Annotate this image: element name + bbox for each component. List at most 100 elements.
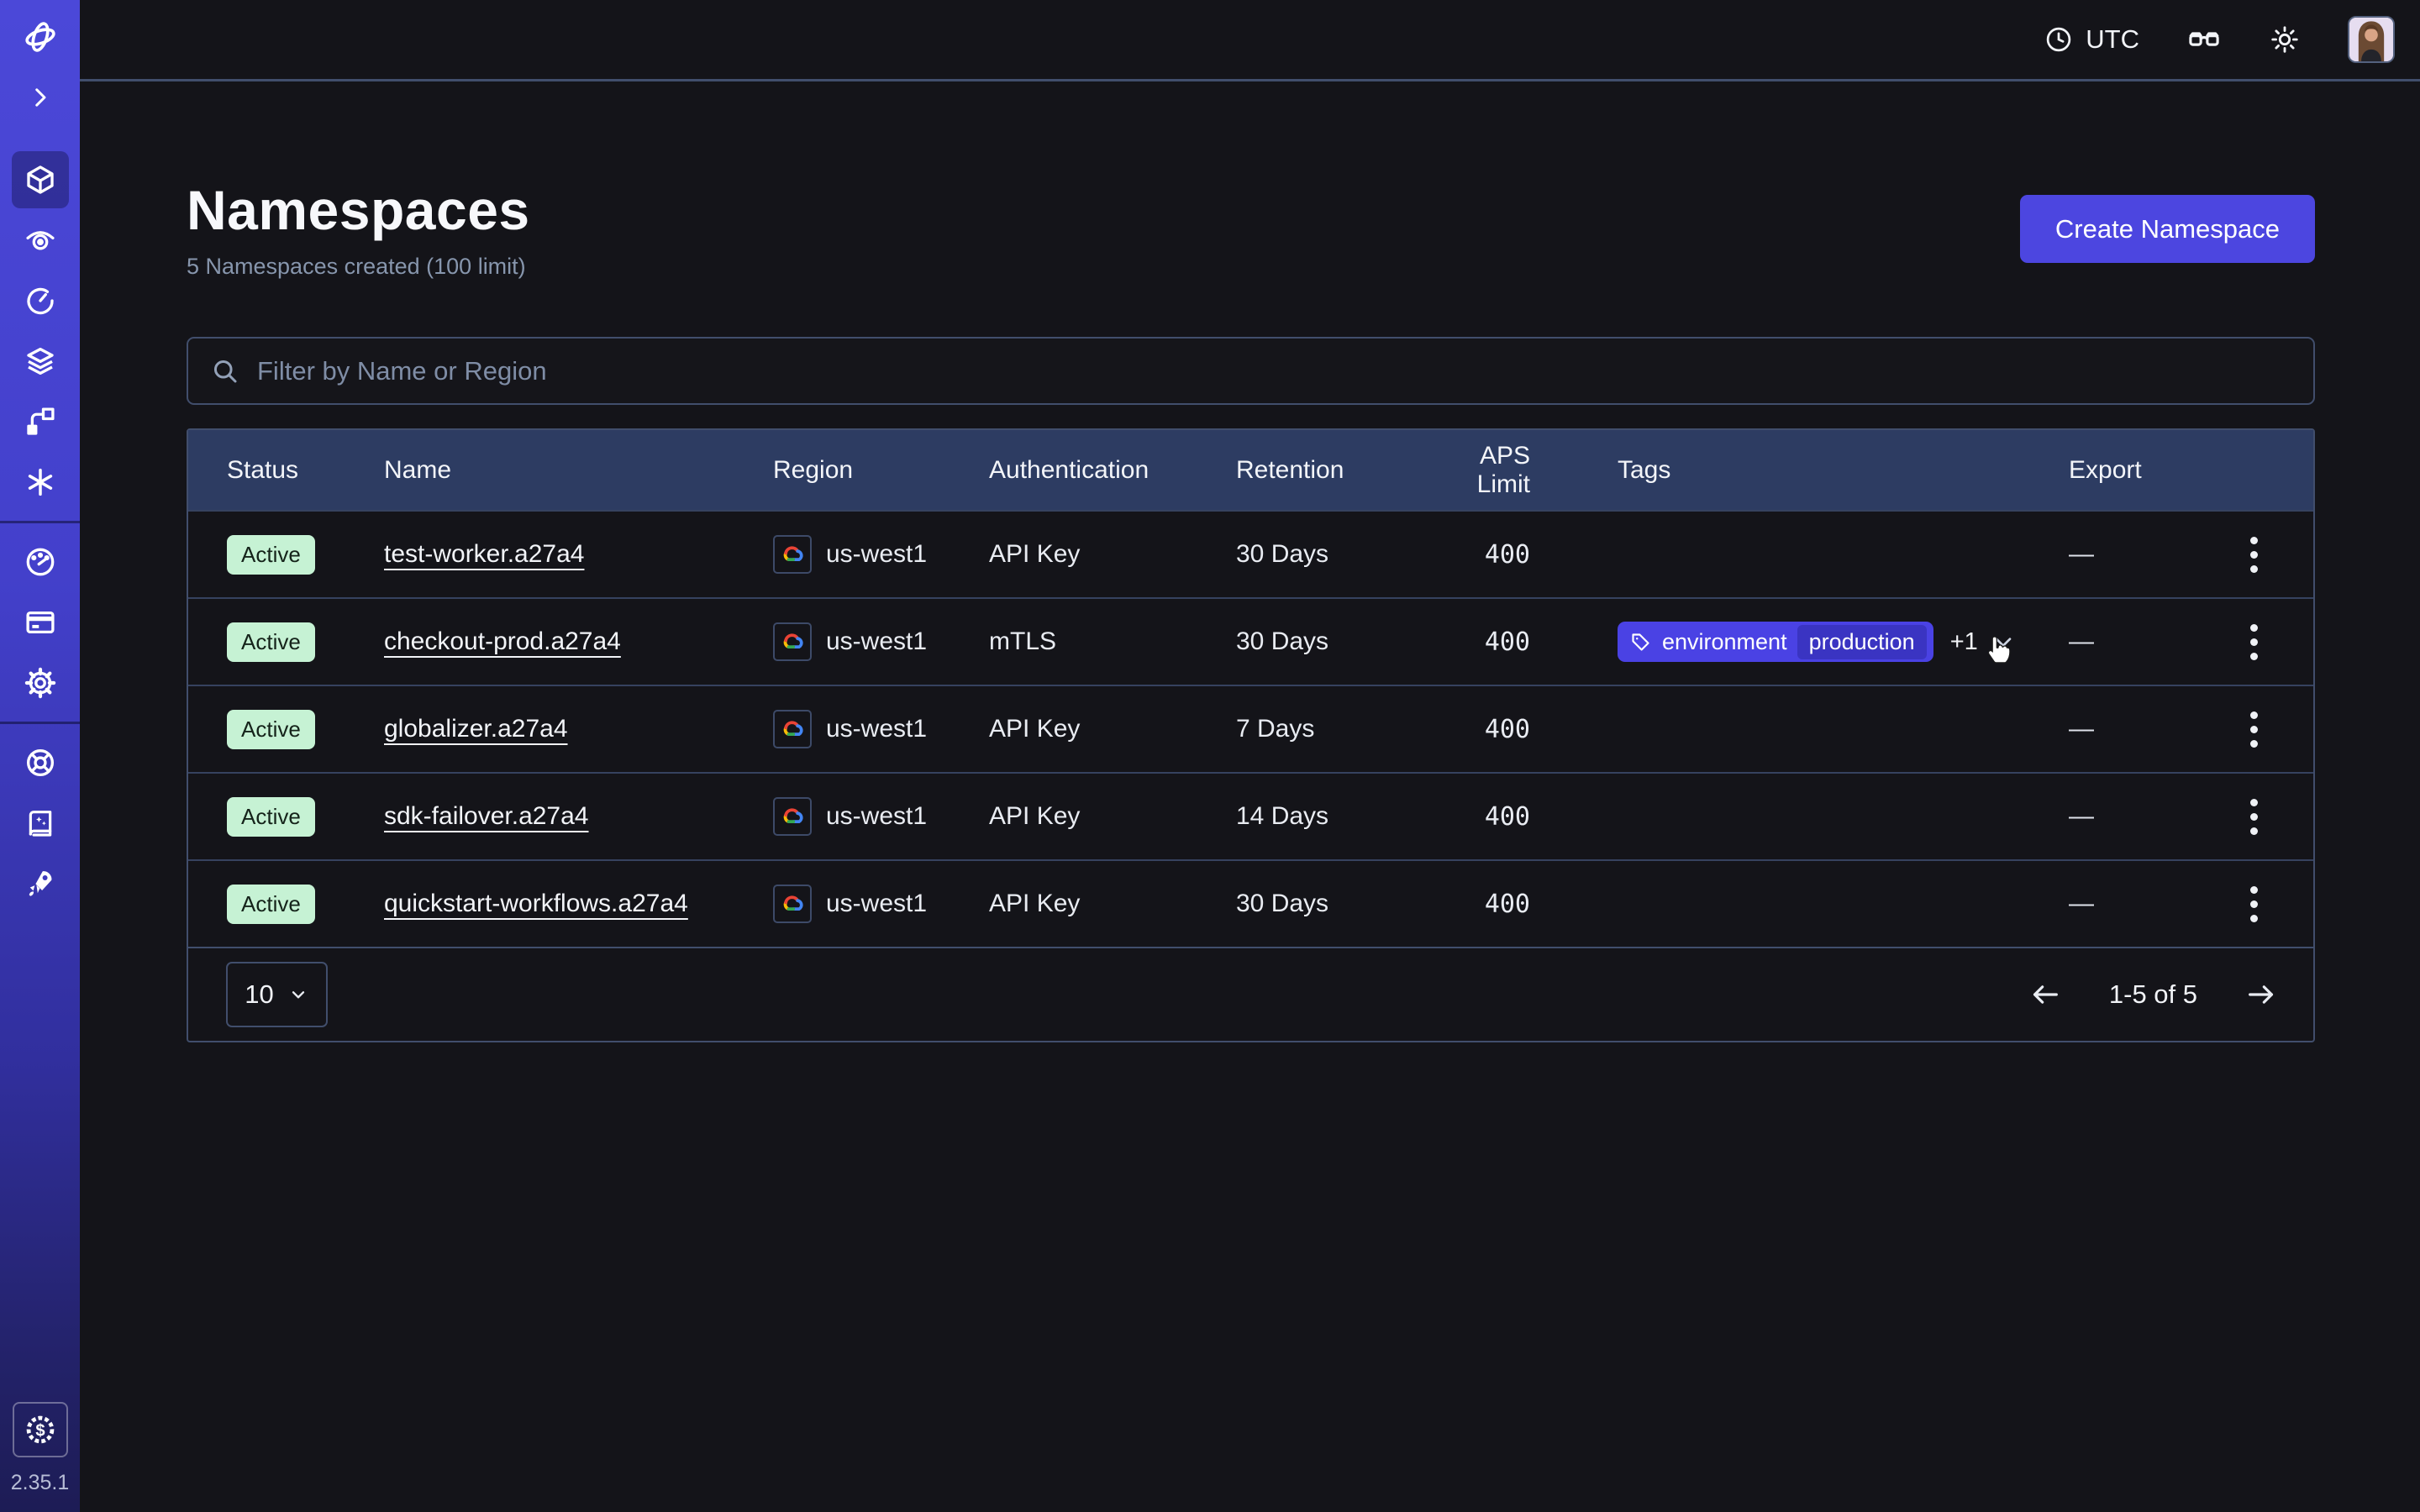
column-header-authentication: Authentication (989, 456, 1236, 485)
google-cloud-icon (773, 535, 812, 574)
chevron-down-icon (287, 984, 309, 1005)
sidebar-item-deployments[interactable] (12, 393, 69, 450)
sidebar-item-getting-started[interactable] (12, 855, 69, 912)
retention-value: 30 Days (1236, 540, 1429, 569)
schedules-timer-icon (23, 283, 58, 318)
main-content: Namespaces 5 Namespaces created (100 lim… (80, 84, 2420, 1512)
app-window: UTC (0, 0, 2420, 1512)
sidebar-divider (0, 722, 80, 724)
region-label: us-west1 (826, 802, 927, 831)
svg-text:$: $ (35, 1421, 45, 1440)
namespaces-table: Status Name Region Authentication Retent… (187, 428, 2315, 1042)
export-value: — (2069, 627, 2094, 655)
column-header-retention: Retention (1236, 456, 1429, 485)
namespace-link[interactable]: globalizer.a27a4 (384, 715, 568, 743)
sidebar-item-support[interactable] (12, 734, 69, 791)
table-header-row: Status Name Region Authentication Retent… (188, 430, 2313, 510)
page-size-select[interactable]: 10 (226, 962, 328, 1027)
sidebar-item-nexus[interactable] (12, 454, 69, 511)
glasses-icon (2186, 22, 2222, 57)
aps-limit-value: 400 (1485, 802, 1530, 832)
namespace-link[interactable]: checkout-prod.a27a4 (384, 627, 621, 655)
theme-toggle-button[interactable] (2269, 24, 2301, 55)
sidebar-item-namespaces[interactable] (12, 151, 69, 208)
reader-mode-button[interactable] (2186, 22, 2222, 57)
sidebar-item-usage[interactable] (12, 333, 69, 390)
sidebar-item-settings[interactable] (12, 654, 69, 711)
tag-value: production (1797, 625, 1927, 659)
chevron-right-icon (26, 83, 55, 112)
column-header-name: Name (384, 456, 773, 485)
table-row: Active globalizer.a27a4 us-west1 API Key (188, 685, 2313, 772)
sidebar-nav: $ 2.35.1 (0, 0, 80, 1512)
google-cloud-icon (773, 885, 812, 923)
timezone-selector[interactable]: UTC (2044, 24, 2139, 55)
tag-chip[interactable]: environment production (1618, 622, 1933, 662)
pagination-controls: 1-5 of 5 (2028, 978, 2278, 1011)
pricing-button[interactable]: $ (13, 1402, 68, 1457)
sidebar-item-observability[interactable] (12, 212, 69, 269)
sidebar-item-billing[interactable] (12, 594, 69, 651)
namespace-link[interactable]: test-worker.a27a4 (384, 540, 584, 568)
auth-method: API Key (989, 802, 1236, 831)
tag-icon (1629, 631, 1652, 654)
namespaces-cube-icon (23, 162, 58, 197)
app-version: 2.35.1 (11, 1471, 70, 1495)
pricing-dollar-icon: $ (22, 1411, 59, 1448)
export-value: — (2069, 890, 2094, 917)
deployments-branch-icon (23, 404, 58, 439)
next-page-button[interactable] (2244, 978, 2278, 1011)
temporal-logo[interactable] (12, 8, 69, 66)
status-badge: Active (227, 797, 315, 837)
google-cloud-icon (773, 622, 812, 661)
namespace-link[interactable]: sdk-failover.a27a4 (384, 802, 589, 830)
table-footer: 10 1-5 of 5 (188, 947, 2313, 1041)
column-header-region: Region (773, 456, 989, 485)
user-avatar[interactable] (2348, 16, 2395, 63)
billing-card-icon (23, 605, 58, 640)
aps-limit-value: 400 (1485, 627, 1530, 657)
retention-value: 30 Days (1236, 627, 1429, 656)
metering-gauge-icon (23, 544, 58, 580)
table-row: Active sdk-failover.a27a4 us-west1 API K… (188, 772, 2313, 859)
sidebar-item-metering[interactable] (12, 533, 69, 591)
settings-gear-icon (23, 665, 58, 701)
sidebar-item-docs[interactable] (12, 795, 69, 852)
status-badge: Active (227, 885, 315, 924)
sidebar-divider (0, 521, 80, 523)
sidebar-expand-button[interactable] (12, 69, 69, 126)
region-label: us-west1 (826, 540, 927, 569)
page-title: Namespaces (187, 178, 530, 242)
namespace-link[interactable]: quickstart-workflows.a27a4 (384, 890, 688, 917)
row-actions-menu-button[interactable] (2242, 878, 2266, 931)
filter-bar (187, 337, 2315, 405)
observability-eye-icon (23, 223, 58, 258)
retention-value: 30 Days (1236, 890, 1429, 918)
google-cloud-icon (773, 710, 812, 748)
export-value: — (2069, 715, 2094, 743)
sidebar-item-schedules[interactable] (12, 272, 69, 329)
auth-method: mTLS (989, 627, 1236, 656)
getting-started-rocket-icon (23, 866, 58, 901)
row-actions-menu-button[interactable] (2242, 528, 2266, 581)
table-row: Active checkout-prod.a27a4 us-west1 mTLS (188, 597, 2313, 685)
previous-page-button[interactable] (2028, 978, 2062, 1011)
row-actions-menu-button[interactable] (2242, 790, 2266, 843)
retention-value: 7 Days (1236, 715, 1429, 743)
clock-icon (2044, 24, 2074, 55)
row-actions-menu-button[interactable] (2242, 616, 2266, 669)
row-actions-menu-button[interactable] (2242, 703, 2266, 756)
auth-method: API Key (989, 715, 1236, 743)
tag-expand-button[interactable] (1990, 628, 2017, 655)
search-icon (210, 356, 240, 386)
filter-input[interactable] (257, 356, 2313, 386)
page-header: Namespaces 5 Namespaces created (100 lim… (187, 178, 2315, 280)
create-namespace-button[interactable]: Create Namespace (2020, 195, 2315, 263)
tag-key: environment (1662, 629, 1787, 655)
tag-overflow-count: +1 (1950, 628, 1978, 656)
auth-method: API Key (989, 890, 1236, 918)
top-bar: UTC (80, 0, 2420, 81)
aps-limit-value: 400 (1485, 540, 1530, 570)
status-badge: Active (227, 622, 315, 662)
page-size-value: 10 (245, 979, 273, 1010)
